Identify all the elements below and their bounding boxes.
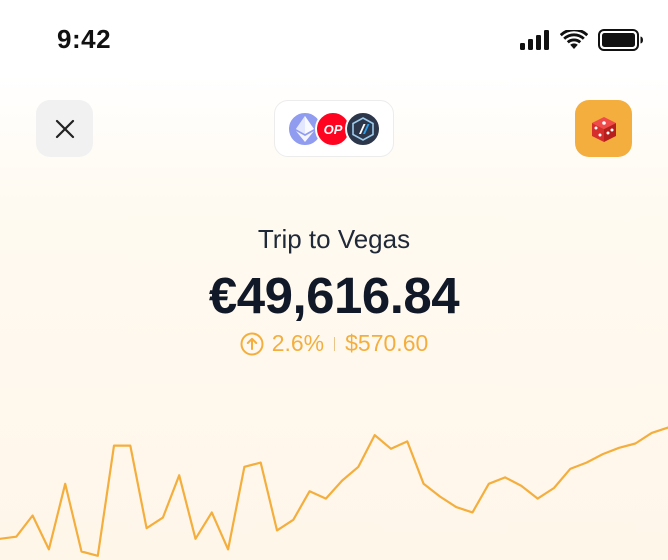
optimism-label: OP — [323, 121, 343, 137]
cellular-signal-icon — [520, 30, 549, 50]
balance-change: 2.6% $570.60 — [0, 330, 668, 357]
status-bar: 9:42 — [0, 0, 668, 80]
close-button[interactable] — [36, 100, 93, 157]
wallet-avatar-button[interactable] — [575, 100, 632, 157]
status-time: 9:42 — [57, 24, 112, 54]
arrow-up-circle-icon — [240, 332, 264, 355]
change-separator — [334, 336, 336, 351]
network-selector[interactable]: OP — [274, 100, 394, 157]
dice-icon — [591, 116, 616, 142]
chart-series-line — [0, 426, 668, 557]
change-value: $570.60 — [345, 330, 429, 356]
status-icons — [520, 29, 644, 51]
change-percent: 2.6% — [271, 330, 325, 356]
wallet-balance: €49,616.84 — [208, 267, 460, 324]
wifi-icon — [560, 30, 588, 49]
close-icon — [55, 119, 74, 138]
arbitrum-icon — [345, 111, 381, 147]
battery-icon — [598, 29, 643, 51]
wallet-name: Trip to Vegas — [257, 224, 411, 254]
balance-chart[interactable] — [0, 380, 668, 560]
